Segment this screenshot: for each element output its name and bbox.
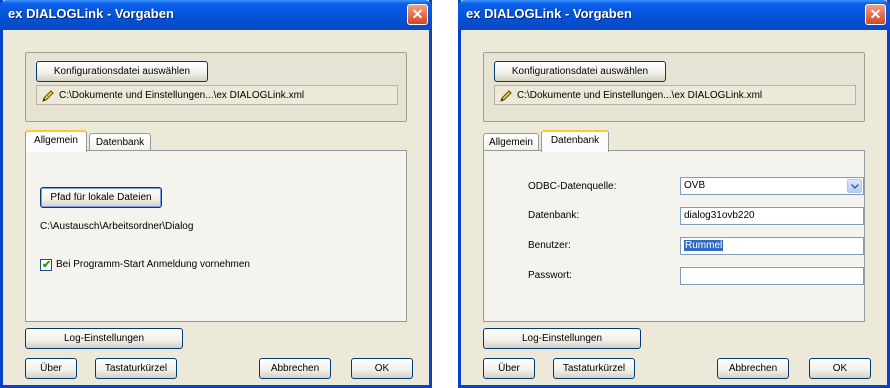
tab-panel-allgemein: Pfad für lokale Dateien C:\Austausch\Arb… xyxy=(25,150,407,322)
checkmark-icon: ✔ xyxy=(42,259,52,271)
startup-login-checkbox[interactable]: ✔ xyxy=(40,259,52,271)
database-input[interactable]: dialog31ovb220 xyxy=(680,207,864,225)
local-files-path-button[interactable]: Pfad für lokale Dateien xyxy=(40,187,162,208)
title-bar[interactable]: ex DIALOGLink - Vorgaben ✕ xyxy=(458,0,890,30)
tab-allgemein[interactable]: Allgemein xyxy=(25,130,87,152)
user-value-selected: Rummel xyxy=(684,240,724,251)
cancel-button[interactable]: Abbrechen xyxy=(717,358,789,379)
ok-button[interactable]: OK xyxy=(351,358,413,379)
log-settings-button[interactable]: Log-Einstellungen xyxy=(483,328,641,349)
about-button[interactable]: Über xyxy=(25,358,77,379)
config-group: Konfigurationsdatei auswählen C:\Dokumen… xyxy=(25,52,407,122)
chevron-down-icon[interactable] xyxy=(847,179,862,193)
tab-panel-datenbank: ODBC-Datenquelle: OVB Datenbank: dialog3… xyxy=(483,150,865,322)
database-label: Datenbank: xyxy=(528,210,580,221)
shortcuts-button[interactable]: Tastaturkürzel xyxy=(95,358,177,379)
window-title: ex DIALOGLink - Vorgaben xyxy=(466,6,632,21)
shortcuts-button[interactable]: Tastaturkürzel xyxy=(553,358,635,379)
log-settings-button[interactable]: Log-Einstellungen xyxy=(25,328,183,349)
config-path: C:\Dokumente und Einstellungen...\ex DIA… xyxy=(59,90,305,101)
odbc-source-value: OVB xyxy=(684,180,706,191)
tab-datenbank[interactable]: Datenbank xyxy=(541,130,609,152)
odbc-source-select[interactable]: OVB xyxy=(680,177,864,195)
window-title: ex DIALOGLink - Vorgaben xyxy=(8,6,174,21)
password-input[interactable] xyxy=(680,267,864,285)
startup-login-label: Bei Programm-Start Anmeldung vornehmen xyxy=(56,259,250,270)
pencil-icon xyxy=(42,90,54,102)
config-path: C:\Dokumente und Einstellungen...\ex DIA… xyxy=(517,90,763,101)
config-group: Konfigurationsdatei auswählen C:\Dokumen… xyxy=(483,52,865,122)
cancel-button[interactable]: Abbrechen xyxy=(259,358,331,379)
select-config-button[interactable]: Konfigurationsdatei auswählen xyxy=(494,61,666,82)
user-input[interactable]: Rummel xyxy=(680,237,864,255)
user-label: Benutzer: xyxy=(528,240,571,251)
config-path-box: C:\Dokumente und Einstellungen...\ex DIA… xyxy=(36,85,398,105)
config-path-box: C:\Dokumente und Einstellungen...\ex DIA… xyxy=(494,85,856,105)
odbc-source-label: ODBC-Datenquelle: xyxy=(528,181,617,192)
title-bar[interactable]: ex DIALOGLink - Vorgaben ✕ xyxy=(0,0,432,30)
about-button[interactable]: Über xyxy=(483,358,535,379)
pencil-icon xyxy=(500,90,512,102)
close-icon[interactable]: ✕ xyxy=(407,4,428,25)
dialog-vorgaben-datenbank: ex DIALOGLink - Vorgaben ✕ Konfiguration… xyxy=(458,0,890,388)
password-label: Passwort: xyxy=(528,270,572,281)
ok-button[interactable]: OK xyxy=(809,358,871,379)
select-config-button[interactable]: Konfigurationsdatei auswählen xyxy=(36,61,208,82)
close-icon[interactable]: ✕ xyxy=(865,4,886,25)
local-files-path: C:\Austausch\Arbeitsordner\Dialog xyxy=(40,221,194,232)
dialog-vorgaben-allgemein: ex DIALOGLink - Vorgaben ✕ Konfiguration… xyxy=(0,0,432,388)
